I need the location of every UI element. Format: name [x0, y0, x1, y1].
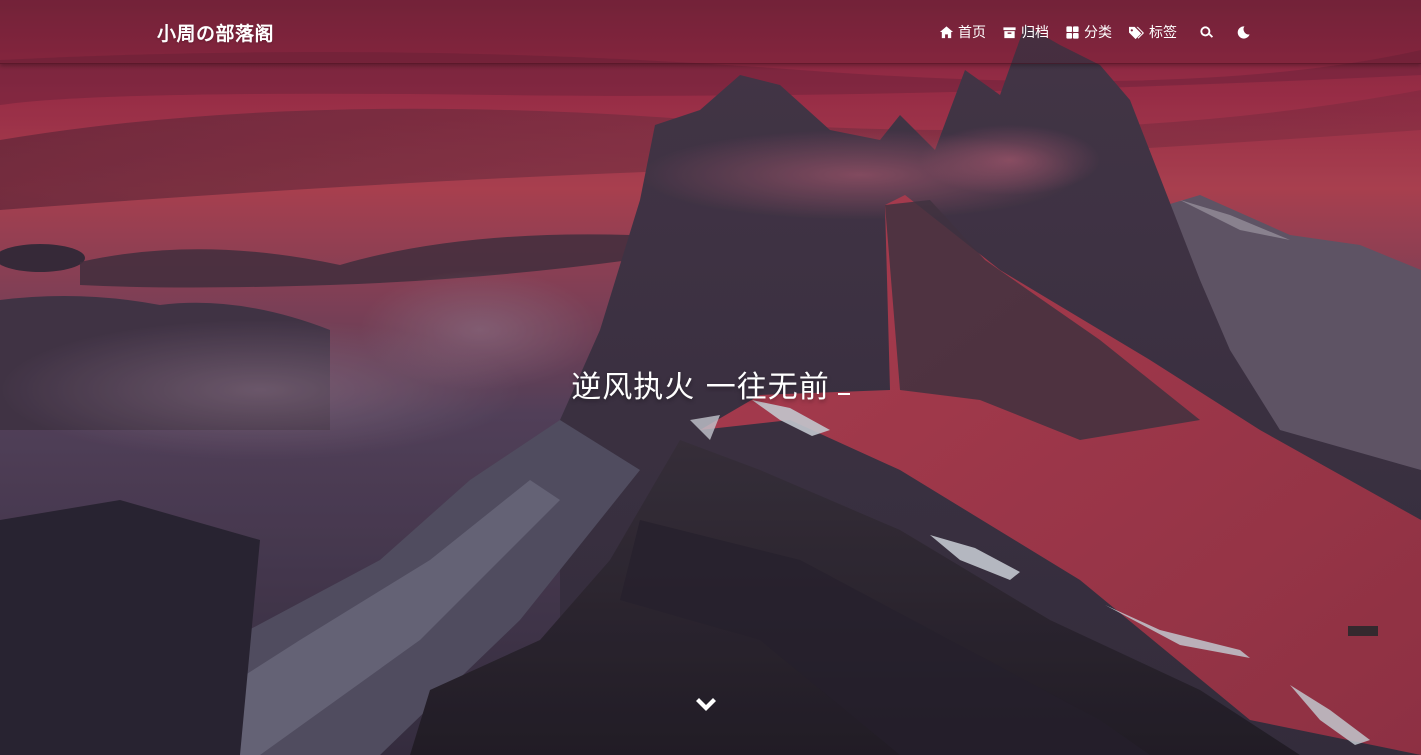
slogan-text: 逆风执火 一往无前	[571, 370, 830, 405]
search-button[interactable]	[1199, 25, 1214, 40]
home-icon	[939, 25, 954, 38]
th-large-icon	[1066, 25, 1079, 39]
dark-mode-toggle[interactable]	[1236, 25, 1251, 40]
search-icon	[1200, 25, 1214, 38]
typing-cursor	[837, 393, 850, 395]
site-brand[interactable]: 小周の部落阁	[157, 19, 274, 46]
scroll-down-button[interactable]	[694, 697, 718, 715]
nav-item-categories[interactable]: 分类	[1065, 22, 1112, 42]
moon-icon	[1237, 25, 1250, 39]
nav-item-label: 标签	[1149, 25, 1177, 41]
nav-item-home[interactable]: 首页	[939, 22, 986, 42]
archive-icon	[1003, 26, 1016, 38]
hero-slogan: 逆风执火 一往无前	[0, 362, 1421, 406]
hero-banner: 小周の部落阁 首页 归档 分类 标签 逆风执火 一往无前	[0, 0, 1421, 755]
nav-item-archive[interactable]: 归档	[1002, 22, 1049, 42]
nav-menu: 首页 归档 分类 标签	[923, 22, 1251, 42]
nav-item-label: 分类	[1084, 25, 1112, 41]
chevron-down-icon	[696, 698, 716, 711]
tags-icon	[1129, 26, 1144, 39]
nav-item-label: 归档	[1021, 25, 1049, 41]
nav-item-label: 首页	[958, 25, 986, 41]
nav-item-tags[interactable]: 标签	[1128, 22, 1177, 42]
navbar: 小周の部落阁 首页 归档 分类 标签	[0, 0, 1421, 64]
